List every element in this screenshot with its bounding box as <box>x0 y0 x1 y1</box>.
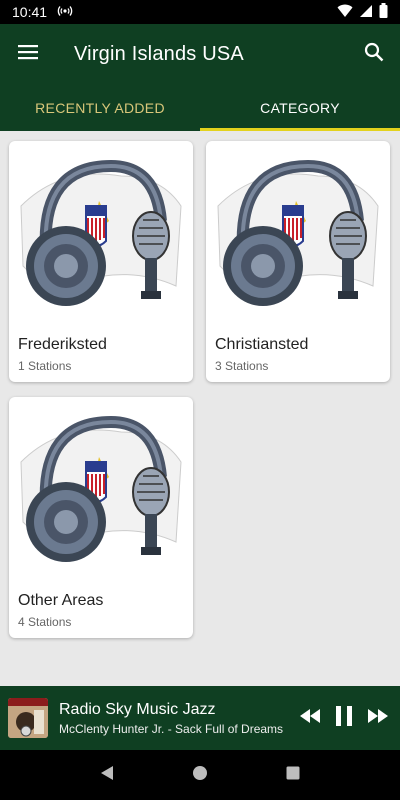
nav-home-button[interactable] <box>180 755 220 795</box>
category-card-frederiksted[interactable]: Frederiksted 1 Stations <box>9 141 193 382</box>
headphones-microphone-flag-image <box>206 141 390 321</box>
category-name: Other Areas <box>18 592 104 609</box>
category-station-count: 4 Stations <box>18 615 72 629</box>
now-playing-track: McClenty Hunter Jr. - Sack Full of Dream… <box>59 721 284 736</box>
nav-back-button[interactable] <box>87 755 127 795</box>
tab-category[interactable]: CATEGORY <box>200 84 400 131</box>
pause-button[interactable] <box>332 705 356 731</box>
home-icon <box>192 765 208 786</box>
category-card-other-areas[interactable]: Other Areas 4 Stations <box>9 397 193 638</box>
category-station-count: 1 Stations <box>18 359 72 373</box>
category-card-christiansted[interactable]: Christiansted 3 Stations <box>206 141 390 382</box>
now-playing-station: Radio Sky Music Jazz <box>59 700 216 718</box>
status-time: 10:41 <box>12 4 48 20</box>
menu-button[interactable] <box>0 26 56 82</box>
tab-recently-added[interactable]: RECENTLY ADDED <box>0 84 200 131</box>
search-icon <box>364 42 384 67</box>
menu-icon <box>18 44 38 65</box>
fast-forward-button[interactable] <box>366 706 390 730</box>
recents-icon <box>286 766 300 785</box>
app-title: Virgin Islands USA <box>74 42 244 65</box>
headphones-microphone-flag-image <box>9 141 193 321</box>
now-playing-info: Radio Sky Music Jazz McClenty Hunter Jr.… <box>59 701 283 736</box>
fast-forward-icon <box>368 708 388 728</box>
pause-icon <box>335 705 353 731</box>
app-bar: Virgin Islands USA <box>0 24 400 84</box>
radio-signal-icon <box>57 4 73 20</box>
wifi-icon <box>337 4 353 21</box>
cell-signal-icon <box>359 4 373 21</box>
category-grid: Frederiksted 1 Stations Christiansted 3 … <box>0 131 400 686</box>
tab-bar: RECENTLY ADDED CATEGORY <box>0 84 400 131</box>
station-artwork <box>8 698 48 738</box>
nav-recents-button[interactable] <box>273 755 313 795</box>
back-icon <box>100 765 114 786</box>
headphones-microphone-flag-image <box>9 397 193 577</box>
category-station-count: 3 Stations <box>215 359 269 373</box>
category-name: Frederiksted <box>18 336 107 353</box>
battery-icon <box>379 3 388 21</box>
rewind-icon <box>300 708 320 728</box>
player-controls <box>298 705 390 731</box>
mini-player[interactable]: Radio Sky Music Jazz McClenty Hunter Jr.… <box>0 686 400 750</box>
system-nav-bar <box>0 750 400 800</box>
status-bar: 10:41 <box>0 0 400 24</box>
search-button[interactable] <box>350 30 398 78</box>
rewind-button[interactable] <box>298 706 322 730</box>
category-name: Christiansted <box>215 336 309 353</box>
